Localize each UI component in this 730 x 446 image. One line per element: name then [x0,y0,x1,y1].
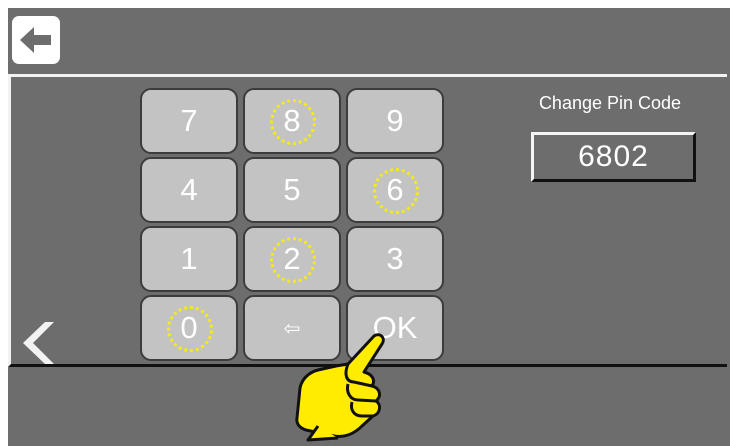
key-1[interactable]: 1 [140,226,238,292]
key-8[interactable]: 8 [243,88,341,154]
content-frame: 7 8 9 4 5 6 1 2 3 0 ⇦ OK Change Pin Code… [8,74,727,367]
arrow-left-icon [20,27,51,53]
top-bar [8,8,730,74]
pin-code-value: 6802 [578,140,649,173]
key-3[interactable]: 3 [346,226,444,292]
pin-title: Change Pin Code [538,93,682,113]
key-5[interactable]: 5 [243,157,341,223]
key-4[interactable]: 4 [140,157,238,223]
key-9[interactable]: 9 [346,88,444,154]
pin-code-field[interactable]: 6802 [531,132,696,182]
key-6[interactable]: 6 [346,157,444,223]
key-7[interactable]: 7 [140,88,238,154]
key-0[interactable]: 0 [140,295,238,361]
pointing-hand-icon [295,333,385,442]
prev-page-button[interactable] [15,320,55,366]
key-2[interactable]: 2 [243,226,341,292]
chevron-left-icon [23,322,54,364]
back-button[interactable] [12,16,60,64]
